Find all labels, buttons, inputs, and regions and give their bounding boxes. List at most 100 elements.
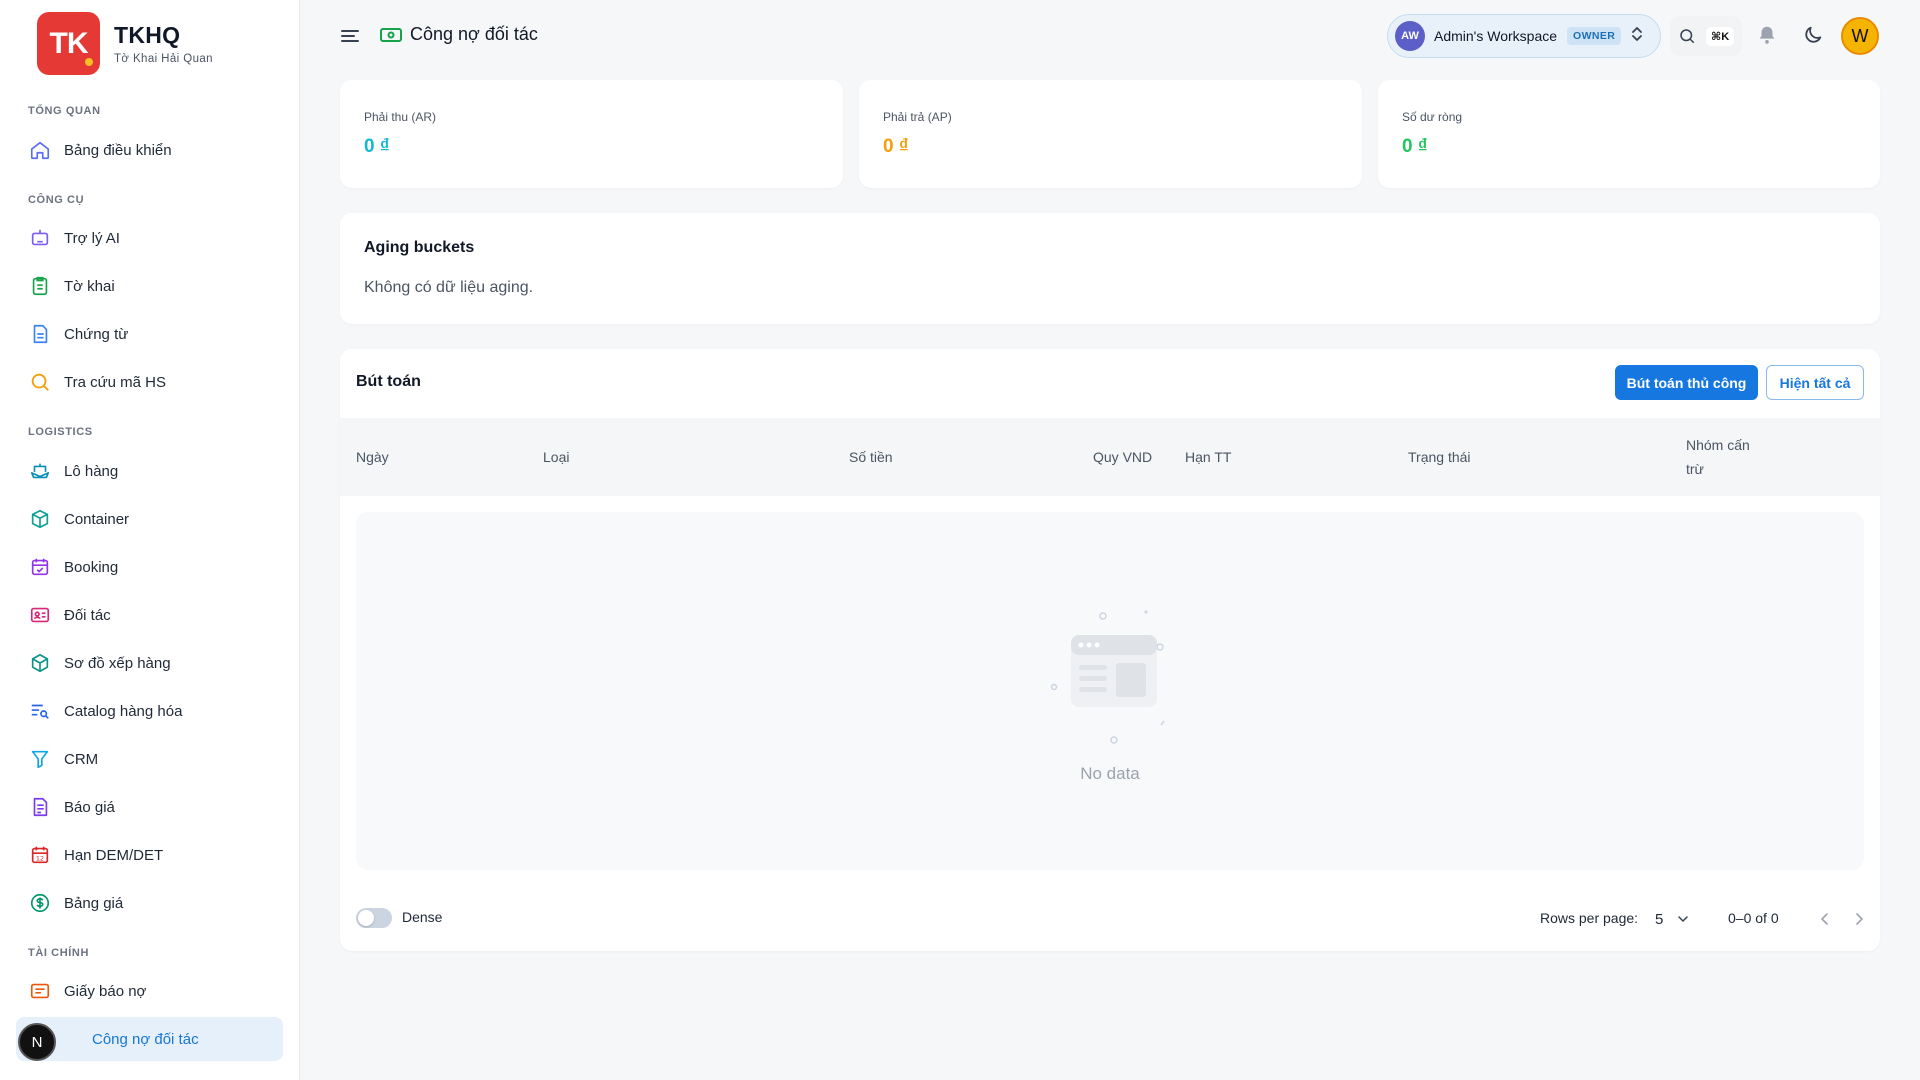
sidebar-item-partner-debts[interactable]: Công nợ đối tác [16, 1017, 283, 1061]
column-header-status[interactable]: Trạng thái [1408, 449, 1471, 465]
stat-card-payable: Phải trả (AP) 0 ₫ [859, 80, 1362, 188]
sidebar-item-label: Giấy báo nợ [64, 982, 147, 1000]
sidebar-item-label: Sơ đồ xếp hàng [64, 654, 171, 672]
section-logistics: LOGISTICS [28, 426, 93, 438]
sidebar-item-declarations[interactable]: Tờ khai [16, 264, 283, 308]
sidebar-item-partners[interactable]: Đối tác [16, 593, 283, 637]
sidebar-item-documents[interactable]: Chứng từ [16, 312, 283, 356]
section-tong-quan: TỔNG QUAN [28, 105, 101, 117]
sidebar-item-dashboard[interactable]: Bảng điều khiển [16, 128, 283, 172]
sidebar-item-catalog[interactable]: Catalog hàng hóa [16, 689, 283, 733]
brand[interactable]: TK TKHQ Tờ Khai Hải Quan [37, 12, 213, 75]
sidebar-item-label: Công nợ đối tác [92, 1030, 199, 1048]
page-title: Công nợ đối tác [410, 24, 538, 44]
pagination-range: 0–0 of 0 [1728, 910, 1779, 926]
aging-title: Aging buckets [364, 239, 475, 256]
calendar-12-icon: 12 [28, 843, 52, 867]
sidebar-item-dem-det[interactable]: 12 Hạn DEM/DET [16, 833, 283, 877]
column-header-type[interactable]: Loại [543, 449, 569, 465]
column-header-offset-group[interactable]: Nhóm cấn [1686, 437, 1750, 453]
menu-toggle-button[interactable] [338, 24, 362, 48]
stat-value: 0 ₫ [1402, 136, 1428, 157]
list-search-icon [28, 699, 52, 723]
section-cong-cu: CÔNG CỤ [28, 194, 85, 206]
sidebar-item-container[interactable]: Container [16, 497, 283, 541]
stat-label: Số dư ròng [1402, 110, 1463, 124]
aging-empty-message: Không có dữ liệu aging. [364, 279, 534, 296]
aging-buckets-card: Aging buckets Không có dữ liệu aging. [340, 213, 1880, 324]
dense-toggle[interactable] [356, 908, 392, 928]
sidebar-item-label: Catalog hàng hóa [64, 702, 183, 720]
sidebar-item-booking[interactable]: Booking [16, 545, 283, 589]
workspace-switcher[interactable]: AW Admin's Workspace OWNER [1387, 14, 1661, 58]
sidebar-item-crm[interactable]: CRM [16, 737, 283, 781]
sidebar-item-price-list[interactable]: Bảng giá [16, 881, 283, 925]
journal-title: Bút toán [356, 373, 421, 390]
logo-dot-icon [83, 56, 95, 68]
dev-tools-badge[interactable]: N [18, 1023, 56, 1061]
sidebar-item-label: Trợ lý AI [64, 229, 120, 247]
workspace-role-badge: OWNER [1567, 27, 1622, 45]
section-tai-chinh: TÀI CHÍNH [28, 947, 90, 959]
journal-entries-card: Bút toán Bút toán thủ công Hiện tất cả N… [340, 349, 1880, 951]
chevron-right-icon [1856, 913, 1864, 925]
search-button[interactable]: ⌘K [1670, 16, 1742, 56]
sidebar-item-label: Đối tác [64, 606, 111, 624]
chevron-up-down-icon [1631, 25, 1643, 48]
sidebar-item-shipments[interactable]: Lô hàng [16, 449, 283, 493]
calendar-check-icon [28, 555, 52, 579]
previous-page-button[interactable] [1812, 904, 1838, 934]
sidebar-item-ai-assistant[interactable]: Trợ lý AI [16, 216, 283, 260]
moon-icon [1805, 26, 1822, 43]
stat-label: Phải thu (AR) [364, 110, 437, 124]
notifications-button[interactable] [1756, 24, 1780, 48]
sidebar: TK TKHQ Tờ Khai Hải Quan TỔNG QUAN Bảng … [0, 0, 300, 1080]
top-header: Công nợ đối tác AW Admin's Workspace OWN… [300, 0, 1920, 70]
user-avatar[interactable]: W [1841, 17, 1879, 55]
search-icon [1680, 29, 1695, 44]
sidebar-item-hs-lookup[interactable]: Tra cứu mã HS [16, 360, 283, 404]
column-header-amount[interactable]: Số tiền [849, 449, 893, 465]
empty-state-text: No data [1080, 764, 1140, 783]
manual-entry-button[interactable]: Bút toán thủ công [1615, 365, 1758, 400]
cash-icon [380, 27, 402, 48]
rows-per-page-value: 5 [1655, 910, 1664, 928]
sidebar-item-label: Tra cứu mã HS [64, 373, 167, 391]
workspace-avatar: AW [1395, 21, 1425, 51]
sidebar-item-quotes[interactable]: Báo giá [16, 785, 283, 829]
svg-text:12: 12 [36, 855, 44, 863]
id-card-icon [28, 603, 52, 627]
next-page-button[interactable] [1846, 904, 1872, 934]
sidebar-item-label: Bảng giá [64, 894, 124, 912]
home-icon [28, 138, 52, 162]
dollar-circle-icon [28, 891, 52, 915]
sidebar-item-debit-notes[interactable]: Giấy báo nợ [16, 969, 283, 1013]
sidebar-item-label: Tờ khai [64, 277, 115, 295]
robot-icon [28, 226, 52, 250]
sidebar-item-label: Container [64, 510, 130, 528]
column-header-date[interactable]: Ngày [356, 449, 389, 465]
table-header: Ngày Loại Số tiền Quy VND Hạn TT Trạng t… [340, 418, 1880, 496]
empty-state: No data [356, 512, 1864, 870]
column-header-vnd[interactable]: Quy VND [1093, 449, 1152, 465]
theme-toggle-button[interactable] [1802, 24, 1826, 48]
sidebar-item-label: Báo giá [64, 798, 115, 816]
rows-per-page-select[interactable]: 5 [1655, 904, 1705, 934]
column-header-offset-group-line2: trừ [1686, 461, 1704, 477]
sidebar-item-stowage-plan[interactable]: Sơ đồ xếp hàng [16, 641, 283, 685]
sidebar-item-label: Hạn DEM/DET [64, 846, 164, 864]
column-header-due-date[interactable]: Hạn TT [1185, 449, 1231, 465]
show-all-button[interactable]: Hiện tất cả [1766, 365, 1864, 400]
chevron-down-icon [1678, 916, 1689, 923]
search-shortcut: ⌘K [1706, 26, 1735, 46]
ship-icon [28, 459, 52, 483]
chevron-left-icon [1820, 913, 1828, 925]
clipboard-icon [28, 274, 52, 298]
file-text-icon [28, 795, 52, 819]
brand-subtitle: Tờ Khai Hải Quan [114, 53, 213, 65]
funnel-icon [28, 747, 52, 771]
cube-icon [28, 651, 52, 675]
sidebar-item-label: Bảng điều khiển [64, 141, 172, 159]
logo-text: TK [49, 26, 89, 60]
box-icon [28, 507, 52, 531]
